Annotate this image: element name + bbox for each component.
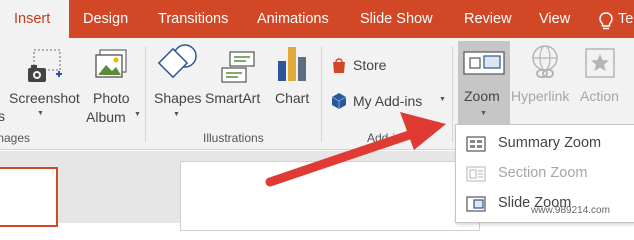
smartart-button[interactable]: SmartArt — [205, 90, 260, 106]
menu-item-section-zoom[interactable]: Section Zoom — [456, 159, 634, 189]
zoom-dropdown-caret[interactable]: ▼ — [480, 110, 487, 117]
tab-transitions[interactable]: Transitions — [158, 0, 228, 38]
images-group-label: mages — [0, 131, 31, 145]
photo-album-label-line2: Album — [86, 109, 126, 125]
screenshot-button[interactable]: Screenshot — [9, 90, 80, 106]
illustrations-group-label: Illustrations — [203, 131, 264, 145]
shapes-dropdown-caret[interactable]: ▼ — [173, 111, 180, 118]
hyperlink-button[interactable]: Hyperlink — [511, 88, 569, 104]
tab-design[interactable]: Design — [83, 0, 128, 38]
lightbulb-icon[interactable] — [598, 12, 614, 30]
ribbon-separator — [145, 46, 146, 142]
chart-button[interactable]: Chart — [275, 90, 309, 106]
my-addins-icon[interactable] — [330, 92, 348, 110]
hyperlink-icon — [532, 45, 558, 78]
photo-album-icon[interactable] — [94, 48, 128, 82]
action-icon — [585, 48, 615, 78]
tab-review[interactable]: Review — [464, 0, 512, 38]
tab-insert[interactable]: Insert — [0, 0, 69, 38]
zoom-icon[interactable] — [462, 48, 506, 78]
tab-slide-show[interactable]: Slide Show — [360, 0, 433, 38]
ribbon-separator — [452, 46, 453, 142]
section-zoom-icon — [466, 166, 486, 182]
slide-canvas[interactable] — [180, 161, 480, 231]
menu-item-summary-zoom[interactable]: Summary Zoom — [456, 129, 634, 159]
screenshot-icon[interactable] — [26, 48, 66, 88]
ribbon-separator — [321, 46, 322, 142]
chart-icon[interactable] — [276, 45, 308, 83]
tab-view[interactable]: View — [539, 0, 570, 38]
my-addins-button[interactable]: My Add-ins — [353, 93, 422, 109]
shapes-icon[interactable] — [157, 43, 199, 83]
section-zoom-label: Section Zoom — [498, 165, 588, 181]
photo-album-dropdown-caret[interactable]: ▼ — [134, 111, 141, 118]
action-button[interactable]: Action — [580, 88, 619, 104]
tab-animations[interactable]: Animations — [257, 0, 329, 38]
my-addins-dropdown-caret[interactable]: ▼ — [439, 96, 446, 103]
summary-zoom-icon — [466, 136, 486, 152]
summary-zoom-label: Summary Zoom — [498, 135, 602, 151]
smartart-icon[interactable] — [218, 50, 258, 84]
store-button[interactable]: Store — [353, 57, 386, 73]
addins-group-label: Add-i — [367, 131, 396, 145]
cut-label: s — [0, 108, 5, 124]
screenshot-dropdown-caret[interactable]: ▼ — [37, 110, 44, 117]
shapes-button[interactable]: Shapes — [154, 90, 201, 106]
tab-tell-me[interactable]: Te — [618, 0, 633, 38]
zoom-button[interactable]: Zoom — [464, 88, 500, 104]
ribbon-tab-bar: Insert Design Transitions Animations Sli… — [0, 0, 634, 38]
slide-thumbnail[interactable] — [0, 167, 58, 227]
photo-album-button[interactable]: Photo — [93, 90, 130, 106]
store-icon[interactable] — [330, 56, 348, 74]
watermark-text: www.989214.com — [531, 205, 610, 216]
slide-zoom-icon — [466, 196, 486, 212]
